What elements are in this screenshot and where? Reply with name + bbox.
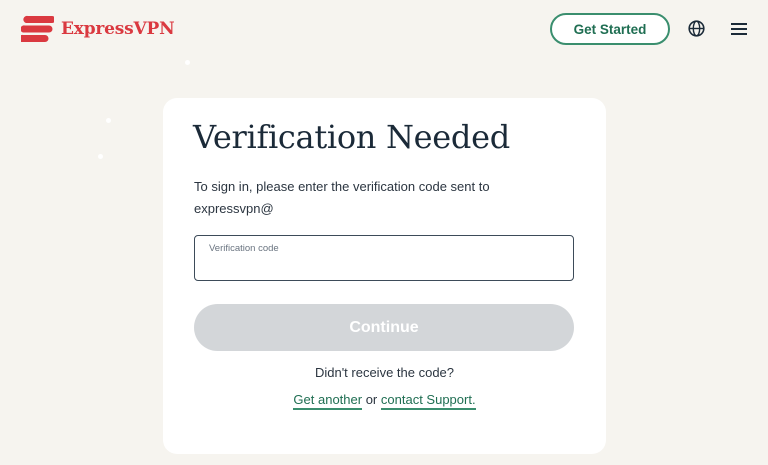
- get-another-link[interactable]: Get another: [293, 392, 363, 410]
- brand-logo[interactable]: ExpressVPN: [21, 15, 175, 43]
- verification-code-input[interactable]: [208, 256, 558, 276]
- instructions-text: To sign in, please enter the verificatio…: [194, 176, 554, 220]
- page-title: Verification Needed: [193, 118, 510, 156]
- decorative-dot: [185, 60, 190, 65]
- verification-code-label: Verification code: [209, 243, 279, 254]
- expressvpn-logo-icon: [21, 15, 54, 42]
- or-text: or: [365, 392, 378, 407]
- site-header: ExpressVPN Get Started: [0, 0, 768, 58]
- instructions-line: To sign in, please enter the verificatio…: [194, 179, 490, 194]
- no-code-text: Didn't receive the code?: [314, 365, 455, 380]
- contact-support-link[interactable]: contact Support.: [380, 392, 476, 410]
- decorative-dot: [106, 118, 111, 123]
- email-line: expressvpn@: [194, 201, 274, 216]
- decorative-dot: [98, 154, 103, 159]
- verification-code-field[interactable]: Verification code: [194, 235, 574, 281]
- page: ExpressVPN Get Started Verification Need…: [0, 0, 768, 465]
- get-started-button[interactable]: Get Started: [550, 13, 670, 45]
- hamburger-menu-icon[interactable]: [731, 22, 747, 36]
- globe-icon[interactable]: [688, 20, 705, 37]
- continue-button[interactable]: Continue: [194, 304, 574, 351]
- resend-links: Get another or contact Support.: [163, 392, 606, 410]
- brand-name: ExpressVPN: [61, 19, 175, 39]
- verification-card: Verification Needed To sign in, please e…: [163, 98, 606, 454]
